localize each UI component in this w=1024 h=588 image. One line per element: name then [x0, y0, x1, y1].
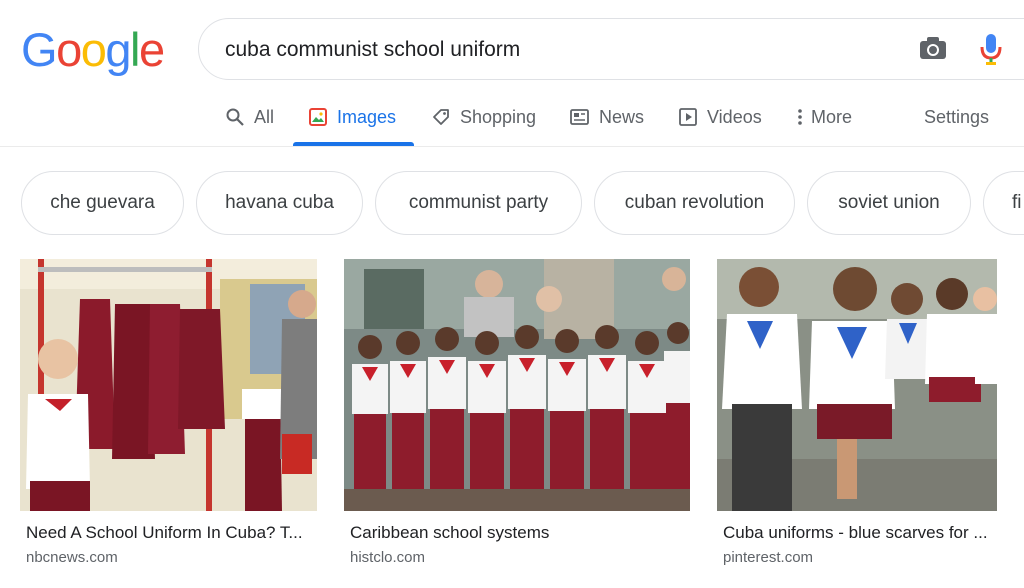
result-source: nbcnews.com: [26, 549, 118, 566]
result-thumbnail[interactable]: [344, 259, 690, 511]
result-source: pinterest.com: [723, 549, 814, 566]
related-chip[interactable]: havana cuba: [196, 171, 363, 235]
chip-label: che guevara: [50, 192, 155, 213]
related-chip[interactable]: cuban revolution: [594, 171, 795, 235]
chip-label: havana cuba: [225, 192, 334, 213]
tab-images[interactable]: Images: [309, 90, 396, 144]
related-chip[interactable]: soviet union: [807, 171, 971, 235]
result-title[interactable]: Caribbean school systems: [350, 523, 549, 543]
image-icon: [309, 108, 327, 126]
tab-label: Videos: [707, 106, 762, 127]
tab-shopping[interactable]: Shopping: [432, 90, 536, 144]
tab-settings[interactable]: Settings: [924, 90, 989, 144]
related-chip[interactable]: communist party: [375, 171, 582, 235]
result-thumbnail[interactable]: [20, 259, 317, 511]
tab-label: Shopping: [460, 106, 537, 127]
search-tabs: All Images Shopping News Videos More Set…: [0, 90, 1024, 146]
logo-letter: g: [105, 23, 131, 76]
logo-letter: G: [21, 23, 58, 76]
tab-videos[interactable]: Videos: [679, 90, 762, 144]
result-title[interactable]: Cuba uniforms - blue scarves for ...: [723, 523, 988, 543]
result-source: histclo.com: [350, 549, 426, 566]
tab-label: News: [599, 106, 645, 127]
search-box: [198, 18, 1024, 80]
more-vert-icon: [798, 109, 802, 125]
header-divider: [0, 146, 1024, 147]
logo-letter: o: [56, 23, 82, 76]
chip-label: fi: [1012, 192, 1022, 213]
news-icon: [570, 109, 589, 125]
play-icon: [679, 108, 697, 126]
related-chip[interactable]: fi: [983, 171, 1024, 235]
chip-label: communist party: [408, 192, 549, 213]
search-input[interactable]: [225, 33, 865, 67]
tab-label: Settings: [924, 106, 990, 127]
microphone-icon[interactable]: [978, 32, 1004, 66]
logo-letter: l: [129, 23, 140, 76]
tag-icon: [433, 109, 449, 125]
chip-label: soviet union: [838, 192, 940, 213]
chip-label: cuban revolution: [624, 192, 765, 213]
result-title[interactable]: Need A School Uniform In Cuba? T...: [26, 523, 303, 543]
result-thumbnail[interactable]: [717, 259, 997, 511]
tab-label: Images: [337, 106, 397, 127]
related-chip[interactable]: che guevara: [21, 171, 184, 235]
tab-news[interactable]: News: [570, 90, 644, 144]
tab-label: More: [811, 106, 853, 127]
tab-all[interactable]: All: [226, 90, 274, 144]
tab-more[interactable]: More: [797, 90, 852, 144]
google-logo[interactable]: Google: [21, 22, 165, 78]
logo-letter: e: [138, 23, 165, 76]
camera-icon[interactable]: [918, 33, 948, 63]
tab-label: All: [254, 106, 275, 127]
search-icon: [226, 108, 244, 126]
logo-letter: o: [80, 23, 107, 76]
